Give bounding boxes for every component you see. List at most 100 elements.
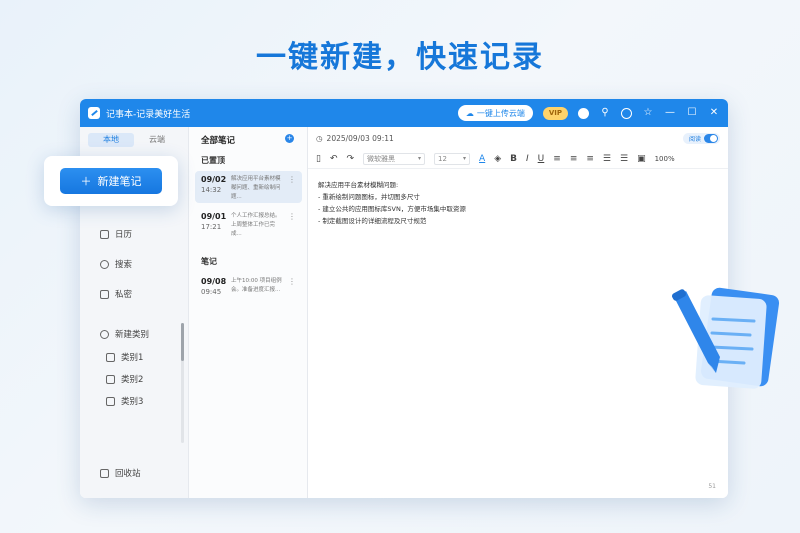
align-right-icon[interactable]: ≡	[586, 154, 594, 164]
format-toolbar: ▯ ↶ ↷ 微软雅黑 ▾ 12 ▾ A ◈ B I U ≡ ≡ ≡ ☰ ☰ ▣ …	[308, 149, 728, 169]
sidebar-item-calendar[interactable]: 日历	[100, 228, 132, 240]
sidebar-item-trash[interactable]: 回收站	[100, 467, 141, 479]
note-item[interactable]: 09/02 14:32 解决应用平台素材模糊问题、重新绘制问题... ⋮	[195, 171, 302, 203]
cloud-upload-icon: ☁	[465, 108, 474, 118]
chevron-down-icon: ▾	[463, 155, 467, 162]
font-size-select[interactable]: 12 ▾	[434, 152, 471, 165]
lock-icon	[100, 289, 109, 299]
title-bar: 记事本-记录美好生活 ☁ 一键上传云端 VIP ⚲ ☆ — ☐ ✕	[80, 99, 728, 127]
note-more-icon[interactable]: ⋮	[288, 175, 296, 199]
redo-icon[interactable]: ↷	[347, 154, 355, 164]
close-icon[interactable]: ✕	[708, 107, 720, 119]
window-title: 记事本-记录美好生活	[106, 109, 191, 120]
sidebar-item-label: 日历	[115, 230, 133, 240]
sidebar-item-search[interactable]: 搜索	[100, 258, 132, 270]
plus-icon: ＋	[80, 175, 92, 188]
font-family-select[interactable]: 微软雅黑 ▾	[363, 152, 426, 165]
note-more-icon[interactable]: ⋮	[288, 277, 296, 301]
calendar-icon	[100, 229, 109, 239]
sidebar-item-label: 回收站	[115, 469, 141, 479]
sidebar-item-category-1[interactable]: 类别1	[106, 351, 143, 363]
tab-cloud[interactable]: 云端	[134, 133, 180, 147]
note-date: 09/01	[201, 212, 227, 221]
sidebar-scrollbar[interactable]	[181, 323, 184, 443]
tab-local[interactable]: 本地	[88, 133, 134, 147]
vip-badge[interactable]: VIP	[542, 106, 568, 120]
pinned-section-label: 已置顶	[201, 156, 225, 165]
app-window: 记事本-记录美好生活 ☁ 一键上传云端 VIP ⚲ ☆ — ☐ ✕ 本地 云端	[80, 99, 728, 498]
new-category-label: 新建类别	[115, 330, 150, 340]
plus-circle-icon	[100, 329, 109, 339]
scrollbar-thumb[interactable]	[181, 323, 184, 361]
note-time: 17:21	[201, 223, 222, 231]
chevron-down-icon: ▾	[418, 155, 422, 162]
clock-icon: ◷	[316, 133, 323, 143]
content-line: 解决应用平台素材模糊问题:	[318, 181, 399, 189]
minimize-icon[interactable]: —	[664, 107, 676, 119]
undo-icon[interactable]: ↶	[330, 154, 338, 164]
sidebar-item-private[interactable]: 私密	[100, 288, 132, 300]
align-left-icon[interactable]: ≡	[553, 154, 561, 164]
content-line: - 建立公共的应用图标库SVN，方便市场集中取资源	[318, 205, 466, 213]
document-icon	[106, 374, 115, 384]
user-avatar-icon[interactable]	[578, 107, 589, 119]
word-count: 51	[708, 483, 716, 490]
sidebar-item-label: 私密	[115, 290, 133, 300]
more-icon[interactable]	[621, 107, 632, 119]
bold-icon[interactable]: B	[510, 154, 517, 164]
note-preview: 上午10:00 项目组例会。准备进度汇报...	[231, 278, 282, 293]
editor-pane: ◷ 2025/09/03 09:11 阅读 ▯ ↶ ↷ 微软雅黑 ▾ 12 ▾	[308, 127, 728, 498]
toggle-switch[interactable]	[704, 133, 718, 143]
new-note-button[interactable]: ＋ 新建笔记	[60, 168, 162, 194]
highlight-icon[interactable]: ◈	[494, 154, 501, 164]
new-category-button[interactable]: 新建类别	[100, 328, 149, 340]
read-mode-label: 阅读	[688, 135, 701, 143]
note-item[interactable]: 09/01 17:21 个人工作汇报总结。上周整体工作已完成... ⋮	[195, 208, 302, 240]
note-item[interactable]: 09/08 09:45 上午10:00 项目组例会。准备进度汇报... ⋮	[195, 273, 302, 305]
page-headline: 一键新建，快速记录	[256, 40, 544, 75]
sidebar-item-category-3[interactable]: 类别3	[106, 395, 143, 407]
notes-section-label: 笔记	[201, 257, 217, 266]
note-time: 09:45	[201, 288, 222, 296]
image-icon[interactable]: ▣	[637, 154, 646, 164]
note-date: 09/08	[201, 277, 227, 286]
note-preview: 个人工作汇报总结。上周整体工作已完成...	[231, 213, 281, 237]
star-icon[interactable]: ☆	[642, 107, 654, 119]
pin-icon[interactable]: ⚲	[599, 107, 611, 119]
align-center-icon[interactable]: ≡	[570, 154, 578, 164]
upload-cloud-button[interactable]: ☁ 一键上传云端	[457, 105, 533, 121]
font-color-icon[interactable]: A	[479, 154, 485, 164]
new-note-label: 新建笔记	[97, 175, 142, 188]
note-list: 全部笔记 + 已置顶 09/02 14:32 解决应用平台素材模糊问题、重新绘制…	[189, 127, 308, 498]
underline-icon[interactable]: U	[538, 154, 545, 164]
upload-label: 一键上传云端	[476, 108, 525, 118]
italic-icon[interactable]: I	[526, 154, 529, 164]
notepad-pen-illustration	[671, 287, 780, 389]
app-logo-icon	[88, 107, 100, 119]
numbered-list-icon[interactable]: ☰	[603, 154, 611, 164]
note-preview: 解决应用平台素材模糊问题、重新绘制问题...	[231, 176, 281, 200]
content-line: - 重新绘制问题图标，并切图多尺寸	[318, 193, 420, 201]
editor-header: ◷ 2025/09/03 09:11 阅读	[308, 127, 728, 149]
font-size-value: 12	[438, 154, 447, 163]
note-content[interactable]: 解决应用平台素材模糊问题: - 重新绘制问题图标，并切图多尺寸 - 建立公共的应…	[308, 169, 728, 237]
note-list-title: 全部笔记	[201, 136, 236, 146]
zoom-level[interactable]: 100%	[655, 155, 675, 163]
document-icon	[106, 396, 115, 406]
category-label: 类别1	[121, 353, 144, 363]
storage-tabs: 本地 云端	[88, 133, 180, 147]
note-date: 09/02	[201, 175, 227, 184]
note-more-icon[interactable]: ⋮	[288, 212, 296, 236]
new-note-callout: ＋ 新建笔记	[44, 156, 178, 206]
font-family-value: 微软雅黑	[367, 154, 396, 163]
read-mode-toggle[interactable]: 阅读	[682, 132, 720, 144]
add-note-icon[interactable]: +	[285, 134, 294, 143]
sidebar-item-category-2[interactable]: 类别2	[106, 373, 143, 385]
maximize-icon[interactable]: ☐	[686, 107, 698, 119]
trash-icon	[100, 468, 109, 478]
note-datetime: 2025/09/03 09:11	[326, 133, 394, 143]
category-label: 类别2	[121, 375, 144, 385]
sidebar-toggle-icon[interactable]: ▯	[316, 154, 321, 164]
bullet-list-icon[interactable]: ☰	[620, 154, 628, 164]
document-icon	[106, 352, 115, 362]
